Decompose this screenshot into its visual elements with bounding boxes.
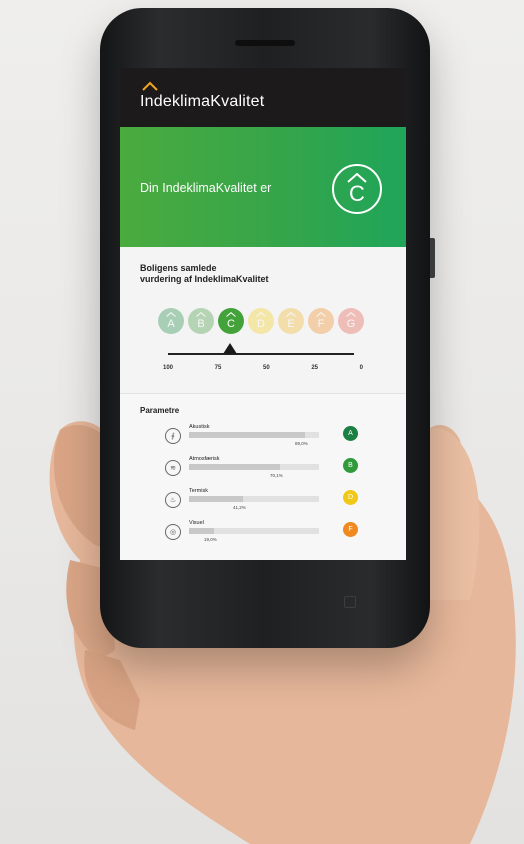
roof-icon	[226, 312, 236, 317]
parameter-percentage: 19,0%	[204, 537, 217, 542]
app-header: IndeklimaKvalitet	[120, 68, 406, 127]
grade-circle-b: B	[188, 308, 214, 334]
parameter-label: Atmosfærisk	[189, 456, 220, 462]
score-tick-label: 75	[214, 365, 222, 371]
thermometer-icon: ♨	[165, 492, 181, 508]
result-banner: Din IndeklimaKvalitet er C	[120, 127, 406, 247]
parameter-bar-fill	[189, 496, 243, 502]
parameter-bar-fill	[189, 464, 280, 470]
parameter-bar-fill	[189, 432, 305, 438]
roof-icon	[256, 312, 266, 317]
score-axis-ticks: 100 75 50 25 0	[163, 365, 363, 371]
score-tick-label: 0	[359, 365, 363, 371]
phone-speaker	[235, 40, 295, 46]
parameter-bar-fill	[189, 528, 214, 534]
roof-icon	[286, 312, 296, 317]
parameter-grade-badge: B	[343, 458, 358, 473]
grade-circle-d: D	[248, 308, 274, 334]
result-grade-letter: C	[349, 181, 365, 206]
parameter-row-akustisk[interactable]: ∮ Akustisk 89,0% A	[165, 424, 375, 454]
score-tick-label: 50	[262, 365, 270, 371]
ear-icon: ∮	[165, 428, 181, 444]
app-screen: IndeklimaKvalitet Din IndeklimaKvalitet …	[120, 68, 406, 560]
grade-circle-a: A	[158, 308, 184, 334]
roof-icon	[196, 312, 206, 317]
grade-letter: E	[287, 318, 295, 330]
result-banner-text: Din IndeklimaKvalitet er	[140, 181, 272, 195]
roof-icon	[166, 312, 176, 317]
parameter-percentage: 41,2%	[233, 505, 246, 510]
parameter-bar-track	[189, 496, 319, 502]
app-logo-text: IndeklimaKvalitet	[140, 92, 265, 110]
roof-icon	[316, 312, 326, 317]
grade-letter: D	[257, 318, 265, 330]
parameter-grade-badge: A	[343, 426, 358, 441]
parameter-label: Akustisk	[189, 424, 210, 430]
parameter-grade-badge: D	[343, 490, 358, 505]
parameter-bar-track	[189, 528, 319, 534]
grade-circle-e: E	[278, 308, 304, 334]
parameter-row-termisk[interactable]: ♨ Termisk 41,2% D	[165, 488, 375, 518]
grade-letter: F	[317, 318, 325, 330]
score-slider-marker	[223, 343, 237, 354]
phone-device: IndeklimaKvalitet Din IndeklimaKvalitet …	[100, 8, 435, 648]
grade-letter: A	[167, 318, 175, 330]
phone-home-button	[344, 596, 356, 608]
overall-rating-title-line2: vurdering af IndeklimaKvalitet	[140, 274, 269, 284]
overall-rating-title-line1: Boligens samlede	[140, 263, 217, 273]
parameter-row-visuel[interactable]: ◎ Visuel 19,0% F	[165, 520, 375, 550]
parameter-label: Termisk	[189, 488, 208, 494]
grade-letter: B	[197, 318, 205, 330]
grade-letter: C	[227, 318, 235, 330]
parameters-title: Parametre	[140, 406, 180, 415]
parameters-section: Parametre ∮ Akustisk 89,0% A ≋ Atmosfærisk 70,…	[120, 394, 406, 560]
roof-logo-icon	[142, 81, 158, 91]
result-grade-badge: C	[332, 164, 382, 214]
score-tick-label: 100	[163, 365, 174, 371]
roof-icon	[346, 312, 356, 317]
parameter-row-atmosfærisk[interactable]: ≋ Atmosfærisk 70,1% B	[165, 456, 375, 486]
parameter-label: Visuel	[189, 520, 204, 526]
overall-rating-title: Boligens samlede vurdering af IndeklimaK…	[140, 263, 269, 285]
parameter-percentage: 70,1%	[270, 473, 283, 478]
grade-circle-c: C	[218, 308, 244, 334]
grade-circle-g: G	[338, 308, 364, 334]
score-tick-label: 25	[311, 365, 318, 371]
parameter-bar-track	[189, 432, 319, 438]
phone-side-button	[430, 238, 435, 278]
parameter-bar-track	[189, 464, 319, 470]
score-slider-track	[168, 353, 354, 355]
grade-scale: A B C D E F G	[158, 308, 364, 334]
overall-rating-section: Boligens samlede vurdering af IndeklimaK…	[120, 247, 406, 394]
wind-icon: ≋	[165, 460, 181, 476]
parameter-percentage: 89,0%	[295, 441, 308, 446]
eye-icon: ◎	[165, 524, 181, 540]
roof-icon	[347, 173, 367, 183]
grade-circle-f: F	[308, 308, 334, 334]
grade-letter: G	[346, 318, 356, 330]
parameter-grade-badge: F	[343, 522, 358, 537]
